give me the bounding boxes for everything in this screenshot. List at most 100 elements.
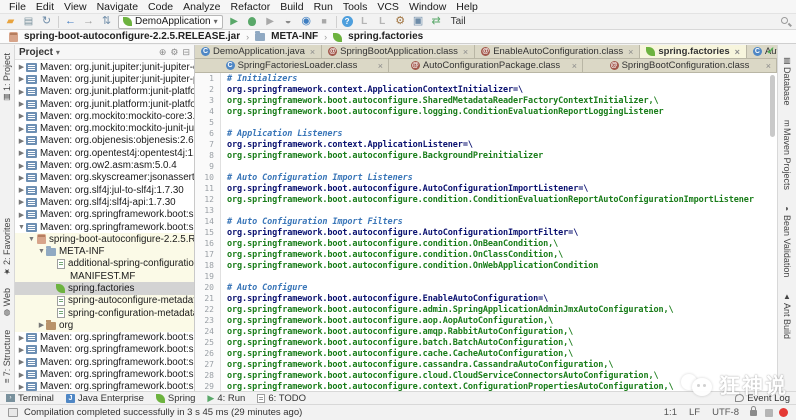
coverage-icon[interactable]: ◉	[300, 15, 313, 28]
code-editor[interactable]: 1# Initializers2org.springframework.cont…	[195, 73, 777, 391]
tree-row[interactable]: ▶Maven: org.objenesis:objenesis:2.6	[15, 135, 194, 147]
tree-chevron-icon[interactable]: ▶	[17, 211, 26, 219]
search-icon[interactable]	[780, 16, 792, 28]
tree-row[interactable]: ▶Maven: org.junit.jupiter:junit-jupiter-…	[15, 73, 194, 85]
tree-row[interactable]: ▶Maven: org.mockito:mockito-junit-jupite…	[15, 122, 194, 134]
menu-edit[interactable]: Edit	[31, 0, 59, 14]
tree-chevron-icon[interactable]: ▶	[17, 358, 26, 366]
tree-row[interactable]: ▶Maven: org.junit.platform:junit-platfor…	[15, 86, 194, 98]
tree-row[interactable]: ▼spring-boot-autoconfigure-2.2.5.RELE	[15, 233, 194, 245]
tree-row[interactable]: spring.factories	[15, 282, 194, 294]
close-tab-icon[interactable]: ×	[378, 61, 383, 71]
menu-run[interactable]: Run	[309, 0, 338, 14]
tree-chevron-icon[interactable]: ▶	[17, 125, 26, 133]
gear-icon[interactable]: ⚙	[170, 47, 178, 58]
menu-view[interactable]: View	[59, 0, 92, 14]
tree-chevron-icon[interactable]: ▶	[17, 75, 26, 83]
breadcrumb-item[interactable]: spring.factories	[331, 31, 425, 42]
tree-row[interactable]: ▶Maven: org.mockito:mockito-core:3.1.0	[15, 110, 194, 122]
tree-chevron-icon[interactable]: ▼	[37, 248, 46, 255]
tree-chevron-icon[interactable]: ▶	[17, 198, 26, 206]
tree-row[interactable]: MANIFEST.MF	[15, 270, 194, 282]
editor-tab[interactable]: CDemoApplication.java×	[195, 45, 322, 58]
inspections-ok-icon[interactable]: ✓	[767, 46, 775, 57]
tree-row[interactable]: spring-configuration-metadata	[15, 307, 194, 319]
menu-window[interactable]: Window	[404, 0, 451, 14]
tree-chevron-icon[interactable]: ▼	[17, 224, 26, 231]
editor-tab[interactable]: @SpringBootApplication.class×	[322, 45, 475, 58]
breadcrumb-item[interactable]: META-INF	[253, 31, 320, 42]
sync-refresh-icon[interactable]: ↻	[40, 15, 53, 28]
close-tab-icon[interactable]: ×	[628, 47, 633, 57]
caret-position[interactable]: 1:1	[661, 407, 680, 418]
tree-row[interactable]: ▶Maven: org.opentest4j:opentest4j:1.2.0	[15, 147, 194, 159]
editor-tab[interactable]: @EnableAutoConfiguration.class×	[475, 45, 640, 58]
save-all-icon[interactable]: ▤	[22, 15, 35, 28]
notification-badge[interactable]	[779, 408, 788, 417]
toolwindow-button-event-log[interactable]: Event Log	[735, 393, 790, 404]
disabled-tool-icon[interactable]: L	[376, 15, 389, 28]
tree-chevron-icon[interactable]: ▶	[17, 162, 26, 170]
locate-file-icon[interactable]: ⊕	[159, 47, 167, 58]
toolwindow-button-terminal[interactable]: ›Terminal	[6, 393, 54, 404]
toolwindow-toggle-icon[interactable]	[8, 408, 18, 417]
tree-row[interactable]: ▼Maven: org.springframework.boot:spring	[15, 221, 194, 233]
menu-build[interactable]: Build	[275, 0, 308, 14]
project-panel-title[interactable]: Project	[19, 47, 53, 58]
back-icon[interactable]: ←	[64, 15, 77, 28]
tree-row[interactable]: ▶Maven: org.springframework.boot:spring	[15, 344, 194, 356]
menu-code[interactable]: Code	[143, 0, 178, 14]
collapse-all-icon[interactable]: ⊟	[182, 47, 190, 58]
toolwindow-button-todo[interactable]: 6: TODO	[257, 393, 306, 404]
editor-tab[interactable]: spring.factories×	[640, 45, 747, 58]
tree-row[interactable]: ▶Maven: org.springframework.boot:spring	[15, 381, 194, 391]
tree-chevron-icon[interactable]: ▶	[17, 186, 26, 194]
tree-chevron-icon[interactable]: ▶	[17, 346, 26, 354]
tree-chevron-icon[interactable]: ▶	[17, 137, 26, 145]
vcs-update-icon[interactable]: ⇄	[430, 15, 443, 28]
tree-chevron-icon[interactable]: ▼	[27, 236, 36, 243]
toolwindow-button-maven[interactable]: mMaven Projects	[782, 120, 792, 191]
tree-row[interactable]: ▶Maven: org.springframework.boot:spring	[15, 209, 194, 221]
menu-help[interactable]: Help	[451, 0, 483, 14]
toolwindow-button-project[interactable]: ▤1: Project	[2, 53, 12, 102]
close-tab-icon[interactable]: ×	[735, 47, 740, 57]
tail-label[interactable]: Tail	[448, 16, 469, 27]
close-tab-icon[interactable]: ×	[463, 47, 468, 57]
editor-scrollbar[interactable]	[769, 73, 776, 391]
tree-chevron-icon[interactable]: ▶	[37, 321, 46, 329]
tree-row[interactable]: ▶Maven: org.springframework.boot:spring	[15, 332, 194, 344]
tree-row[interactable]: ▶Maven: org.springframework.boot:spring	[15, 356, 194, 368]
debug-button[interactable]	[246, 15, 259, 28]
toolwindow-button-bean[interactable]: ◗Bean Validation	[782, 204, 792, 277]
stop-icon[interactable]: ■	[318, 15, 331, 28]
settings-wrench-icon[interactable]: ⚙	[394, 15, 407, 28]
menu-analyze[interactable]: Analyze	[178, 0, 225, 14]
disabled-tool-icon[interactable]: L	[358, 15, 371, 28]
profiler-icon[interactable]: ◒	[282, 15, 295, 28]
tree-row[interactable]: ▶Maven: org.slf4j:slf4j-api:1.7.30	[15, 196, 194, 208]
menu-navigate[interactable]: Navigate	[92, 0, 143, 14]
menu-tools[interactable]: Tools	[338, 0, 373, 14]
highlight-level-icon[interactable]	[765, 409, 773, 417]
run-configuration-select[interactable]: DemoApplication ▾	[118, 15, 223, 29]
tree-chevron-icon[interactable]: ▶	[17, 63, 26, 71]
tree-row[interactable]: ▶Maven: org.springframework.boot:spring	[15, 368, 194, 380]
chevron-down-icon[interactable]: ▾	[56, 48, 60, 57]
tree-row[interactable]: ▶Maven: org.ow2.asm:asm:5.0.4	[15, 159, 194, 171]
toolwindow-button-star[interactable]: ★2: Favorites	[2, 218, 12, 276]
scrollbar-thumb[interactable]	[770, 75, 775, 137]
tree-chevron-icon[interactable]: ▶	[17, 371, 26, 379]
tree-row[interactable]: ▶Maven: org.slf4j:jul-to-slf4j:1.7.30	[15, 184, 194, 196]
open-file-icon[interactable]: ▰	[4, 15, 17, 28]
toolwindow-button-web[interactable]: ◍Web	[2, 288, 12, 317]
tree-chevron-icon[interactable]: ▶	[17, 149, 26, 157]
file-encoding[interactable]: UTF-8	[709, 407, 742, 418]
toolwindow-button-structure[interactable]: ≡7: Structure	[2, 330, 12, 383]
tree-row[interactable]: ▶Maven: org.junit.jupiter:junit-jupiter-…	[15, 61, 194, 73]
toolwindow-button-ant[interactable]: ▲Ant Build	[782, 292, 792, 339]
tree-chevron-icon[interactable]: ▶	[17, 112, 26, 120]
tree-chevron-icon[interactable]: ▶	[17, 383, 26, 391]
menu-file[interactable]: File	[4, 0, 31, 14]
toolwindow-button-database[interactable]: ▥Database	[782, 56, 792, 106]
